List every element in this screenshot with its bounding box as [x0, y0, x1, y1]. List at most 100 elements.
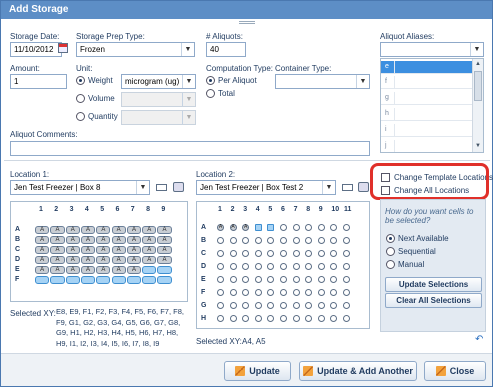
empty-cell[interactable]	[254, 250, 262, 257]
occupied-cell[interactable]: A	[50, 236, 65, 244]
empty-cell[interactable]	[330, 315, 338, 322]
close-button[interactable]: Close	[424, 361, 486, 381]
empty-cell[interactable]	[217, 315, 224, 322]
empty-cell[interactable]	[280, 315, 287, 322]
location2-select[interactable]: Jen Test Freezer | Box Test 2 ▼	[196, 180, 336, 195]
empty-cell[interactable]	[317, 276, 325, 283]
alias-row[interactable]: h	[381, 108, 473, 121]
selected-cell[interactable]	[157, 266, 172, 274]
empty-cell[interactable]	[292, 315, 300, 322]
empty-cell[interactable]	[343, 263, 350, 270]
unit-quantity-radio[interactable]	[76, 112, 85, 121]
empty-cell[interactable]	[292, 263, 300, 270]
empty-cell[interactable]	[267, 276, 275, 283]
empty-cell[interactable]	[292, 224, 300, 231]
occupied-cell[interactable]: A	[35, 256, 50, 264]
empty-cell[interactable]	[280, 237, 287, 244]
occupied-cell[interactable]: A	[111, 226, 126, 234]
update-add-another-button[interactable]: Update & Add Another	[299, 361, 417, 381]
location1-select[interactable]: Jen Test Freezer | Box 8 ▼	[10, 180, 150, 195]
aliquots-input[interactable]: 40	[206, 42, 246, 57]
empty-cell[interactable]	[267, 302, 275, 309]
empty-cell[interactable]	[229, 250, 237, 257]
total-radio[interactable]	[206, 89, 215, 98]
occupied-cell[interactable]: A	[80, 246, 96, 254]
occupied-cell[interactable]: A	[157, 236, 172, 244]
empty-cell[interactable]	[267, 263, 275, 270]
empty-cell[interactable]	[254, 315, 262, 322]
empty-cell[interactable]	[292, 302, 300, 309]
empty-cell[interactable]	[330, 237, 338, 244]
empty-cell[interactable]	[229, 263, 237, 270]
empty-cell[interactable]	[242, 250, 250, 257]
empty-cell[interactable]	[267, 250, 275, 257]
empty-cell[interactable]	[330, 276, 338, 283]
empty-cell[interactable]	[343, 315, 350, 322]
aliases-scrollbar[interactable]: ▲ ▼	[472, 59, 483, 152]
empty-cell[interactable]	[317, 224, 325, 231]
occupied-cell[interactable]: A	[242, 224, 250, 231]
empty-cell[interactable]	[267, 289, 275, 296]
occupied-cell[interactable]: A	[65, 256, 80, 264]
occupied-cell[interactable]: A	[65, 226, 80, 234]
update-selections-button[interactable]: Update Selections	[385, 277, 482, 292]
empty-cell[interactable]	[292, 237, 300, 244]
empty-cell[interactable]	[229, 302, 237, 309]
occupied-cell[interactable]: A	[111, 246, 126, 254]
occupied-cell[interactable]: A	[96, 226, 111, 234]
empty-cell[interactable]	[305, 237, 313, 244]
empty-cell[interactable]	[280, 276, 287, 283]
occupied-cell[interactable]: A	[126, 256, 142, 264]
occupied-cell[interactable]: A	[126, 226, 142, 234]
occupied-cell[interactable]: A	[80, 266, 96, 274]
alias-row[interactable]: g	[381, 92, 473, 105]
occupied-cell[interactable]: A	[157, 256, 172, 264]
occupied-cell[interactable]: A	[65, 236, 80, 244]
scroll-thumb[interactable]	[474, 71, 482, 101]
empty-cell[interactable]	[343, 302, 350, 309]
empty-cell[interactable]	[229, 289, 237, 296]
empty-cell[interactable]	[242, 237, 250, 244]
resize-grip[interactable]	[239, 21, 255, 24]
empty-cell[interactable]	[330, 302, 338, 309]
occupied-cell[interactable]: A	[111, 256, 126, 264]
empty-cell[interactable]	[267, 237, 275, 244]
freezer-icon[interactable]	[358, 182, 369, 192]
empty-cell[interactable]	[229, 315, 237, 322]
occupied-cell[interactable]: A	[126, 246, 142, 254]
occupied-cell[interactable]: A	[65, 246, 80, 254]
amount-input[interactable]: 1	[10, 74, 67, 89]
occupied-cell[interactable]: A	[80, 256, 96, 264]
empty-cell[interactable]	[254, 263, 262, 270]
selected-cell[interactable]	[111, 276, 126, 284]
occupied-cell[interactable]: A	[157, 226, 172, 234]
weight-unit-select[interactable]: microgram (ug) ▼	[121, 74, 196, 89]
empty-cell[interactable]	[330, 250, 338, 257]
update-button[interactable]: Update	[224, 361, 291, 381]
empty-cell[interactable]	[317, 263, 325, 270]
empty-cell[interactable]	[317, 250, 325, 257]
empty-cell[interactable]	[305, 224, 313, 231]
empty-cell[interactable]	[317, 315, 325, 322]
occupied-cell[interactable]: A	[50, 256, 65, 264]
occupied-cell[interactable]: A	[142, 236, 157, 244]
empty-cell[interactable]	[229, 237, 237, 244]
empty-cell[interactable]	[343, 276, 350, 283]
empty-cell[interactable]	[292, 289, 300, 296]
alias-row[interactable]: e	[381, 61, 473, 74]
empty-cell[interactable]	[267, 315, 275, 322]
empty-cell[interactable]	[292, 250, 300, 257]
calendar-icon[interactable]	[58, 43, 68, 53]
per-aliquot-radio[interactable]	[206, 76, 215, 85]
scroll-down-icon[interactable]: ▼	[473, 141, 483, 151]
empty-cell[interactable]	[280, 263, 287, 270]
occupied-cell[interactable]: A	[111, 266, 126, 274]
empty-cell[interactable]	[343, 250, 350, 257]
occupied-cell[interactable]: A	[96, 246, 111, 254]
selected-cell[interactable]	[254, 224, 262, 231]
unit-weight-radio[interactable]	[76, 76, 85, 85]
selected-cell[interactable]	[126, 276, 142, 284]
empty-cell[interactable]	[343, 237, 350, 244]
empty-cell[interactable]	[343, 289, 350, 296]
empty-cell[interactable]	[217, 302, 224, 309]
